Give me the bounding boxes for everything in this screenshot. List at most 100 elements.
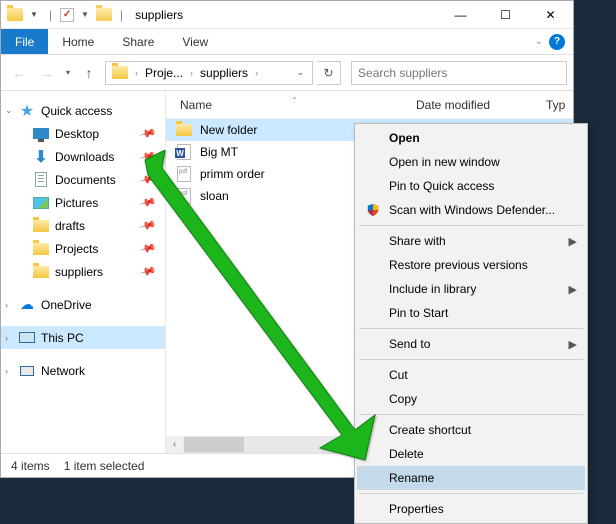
pin-icon: 📌 — [139, 170, 157, 188]
context-menu: Open Open in new window Pin to Quick acc… — [354, 123, 588, 524]
pdf-icon — [177, 166, 191, 182]
help-icon[interactable]: ? — [549, 34, 565, 50]
column-name[interactable]: ⌃Name — [166, 98, 416, 112]
submenu-arrow-icon: ▶ — [569, 235, 577, 248]
file-name: sloan — [200, 189, 229, 203]
qat-dropdown-2[interactable]: ▼ — [78, 10, 92, 19]
menu-open-new-window[interactable]: Open in new window — [357, 150, 585, 174]
search-input[interactable]: Search suppliers — [351, 61, 567, 85]
close-button[interactable]: ✕ — [528, 1, 573, 29]
sidebar-item-desktop[interactable]: Desktop 📌 — [1, 122, 165, 145]
label: Downloads — [55, 150, 114, 164]
menu-separator — [359, 359, 583, 360]
menu-separator — [359, 225, 583, 226]
menu-pin-start[interactable]: Pin to Start — [357, 301, 585, 325]
sidebar-item-quick-access[interactable]: ⌄★Quick access — [1, 99, 165, 122]
ribbon-share-tab[interactable]: Share — [108, 29, 168, 54]
sidebar-item-network[interactable]: ›Network — [1, 359, 165, 382]
sidebar-item-onedrive[interactable]: ›☁OneDrive — [1, 293, 165, 316]
label: Pictures — [55, 196, 98, 210]
separator: | — [49, 8, 52, 22]
shield-icon — [365, 202, 381, 218]
history-dropdown[interactable]: ▾ — [63, 68, 73, 77]
pin-icon: 📌 — [139, 239, 157, 257]
sidebar-item-documents[interactable]: Documents 📌 — [1, 168, 165, 191]
refresh-button[interactable]: ↻ — [317, 61, 341, 85]
label: This PC — [41, 331, 84, 345]
breadcrumb-segment[interactable]: Proje... — [141, 66, 187, 80]
sidebar-item-drafts[interactable]: drafts📌 — [1, 214, 165, 237]
chevron-right-icon[interactable]: › — [252, 68, 261, 78]
folder-icon — [7, 8, 23, 21]
ribbon-expand-icon[interactable]: ⌄ — [535, 36, 543, 47]
titlebar: ▼ | ✓ ▼ | suppliers — ☐ ✕ — [1, 1, 573, 29]
pin-icon: 📌 — [139, 147, 157, 165]
column-headers: ⌃Name Date modified Typ — [166, 91, 573, 119]
item-count: 4 items — [11, 459, 50, 473]
menu-include-library[interactable]: Include in library▶ — [357, 277, 585, 301]
sidebar-item-projects[interactable]: Projects 📌 — [1, 237, 165, 260]
menu-restore-versions[interactable]: Restore previous versions — [357, 253, 585, 277]
chevron-right-icon[interactable]: › — [132, 68, 141, 78]
menu-pin-quick-access[interactable]: Pin to Quick access — [357, 174, 585, 198]
address-dropdown[interactable]: ⌄ — [290, 67, 310, 78]
sidebar-item-this-pc[interactable]: ›This PC — [1, 326, 165, 349]
scroll-left-icon[interactable]: ‹ — [166, 439, 183, 450]
pdf-icon — [177, 188, 191, 204]
selection-count: 1 item selected — [64, 459, 145, 473]
qat-dropdown[interactable]: ▼ — [27, 10, 41, 19]
menu-separator — [359, 414, 583, 415]
pin-icon: 📌 — [139, 193, 157, 211]
scroll-thumb[interactable] — [184, 437, 244, 452]
ribbon-home-tab[interactable]: Home — [48, 29, 108, 54]
label: suppliers — [55, 265, 103, 279]
menu-cut[interactable]: Cut — [357, 363, 585, 387]
ribbon-file-tab[interactable]: File — [1, 29, 48, 54]
file-name: New folder — [200, 123, 257, 137]
pin-icon: 📌 — [139, 124, 157, 142]
sidebar-item-suppliers[interactable]: suppliers📌 — [1, 260, 165, 283]
sidebar-item-downloads[interactable]: ⬇Downloads📌 — [1, 145, 165, 168]
folder-icon — [96, 8, 112, 21]
menu-copy[interactable]: Copy — [357, 387, 585, 411]
label: Projects — [55, 242, 98, 256]
separator: | — [120, 8, 123, 22]
back-button[interactable]: ← — [7, 61, 31, 85]
column-type[interactable]: Typ — [546, 98, 573, 112]
menu-send-to[interactable]: Send to▶ — [357, 332, 585, 356]
minimize-button[interactable]: — — [438, 1, 483, 29]
folder-icon — [112, 66, 128, 79]
maximize-button[interactable]: ☐ — [483, 1, 528, 29]
file-name: Big MT — [200, 145, 238, 159]
label: Quick access — [41, 104, 112, 118]
submenu-arrow-icon: ▶ — [569, 338, 577, 351]
quick-access-toolbar: ▼ | ✓ ▼ | — [1, 8, 127, 22]
label: Network — [41, 364, 85, 378]
menu-share-with[interactable]: Share with▶ — [357, 229, 585, 253]
window-controls: — ☐ ✕ — [438, 1, 573, 29]
submenu-arrow-icon: ▶ — [569, 283, 577, 296]
nav-pane: ⌄★Quick access Desktop📌 ⬇Downloads📌 Docu… — [1, 91, 166, 453]
label: Desktop — [55, 127, 99, 141]
chevron-right-icon[interactable]: › — [187, 68, 196, 78]
label: Documents — [55, 173, 116, 187]
ribbon-view-tab[interactable]: View — [168, 29, 222, 54]
menu-create-shortcut[interactable]: Create shortcut — [357, 418, 585, 442]
up-button[interactable]: ↑ — [77, 61, 101, 85]
menu-delete[interactable]: Delete — [357, 442, 585, 466]
menu-properties[interactable]: Properties — [357, 497, 585, 521]
breadcrumb-segment[interactable]: suppliers — [196, 66, 252, 80]
sidebar-item-pictures[interactable]: Pictures 📌 — [1, 191, 165, 214]
properties-icon[interactable]: ✓ — [60, 8, 74, 22]
word-icon — [177, 144, 191, 160]
menu-open[interactable]: Open — [357, 126, 585, 150]
file-name: primm order — [200, 167, 265, 181]
folder-icon — [176, 124, 192, 136]
address-bar[interactable]: › Proje... › suppliers › ⌄ — [105, 61, 313, 85]
forward-button[interactable]: → — [35, 61, 59, 85]
menu-rename[interactable]: Rename — [357, 466, 585, 490]
ribbon: File Home Share View ⌄ ? — [1, 29, 573, 55]
column-date[interactable]: Date modified — [416, 98, 546, 112]
menu-scan-defender[interactable]: Scan with Windows Defender... — [357, 198, 585, 222]
menu-separator — [359, 328, 583, 329]
